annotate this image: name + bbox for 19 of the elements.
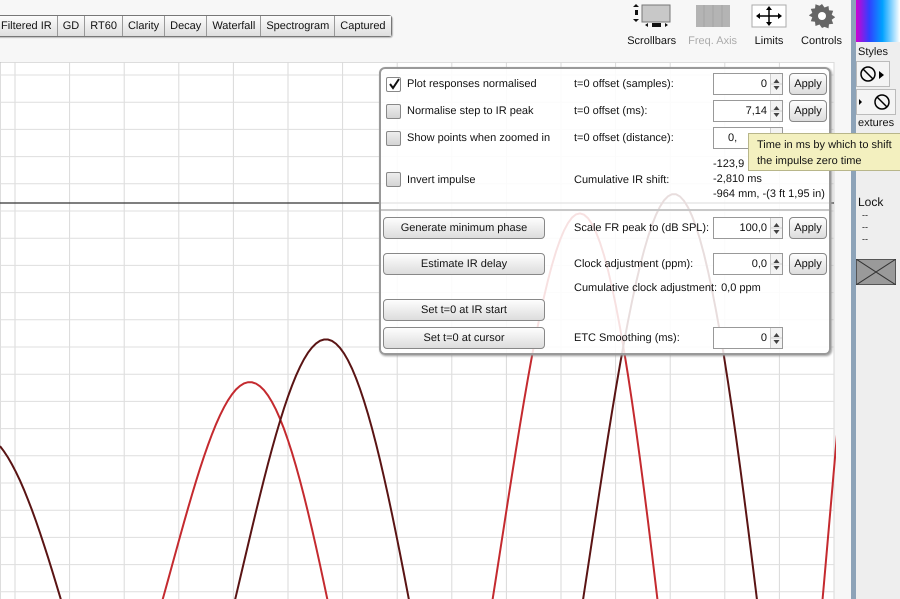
readout-value: -123,9 [713, 157, 744, 172]
field-label: Cumulative IR shift: [574, 174, 670, 186]
field-label: Cumulative clock adjustment: [574, 282, 718, 294]
field-label: Clock adjustment (ppm): [574, 258, 694, 270]
dash-text: -- [861, 221, 868, 233]
field-label: t=0 offset (samples): [574, 78, 674, 90]
field-label: t=0 offset (distance): [574, 132, 674, 144]
lock-label: Lock [857, 196, 884, 209]
readout-value: -964 mm, -(3 ft 1,95 in) [713, 187, 825, 202]
readout-value: -2,810 ms [713, 172, 762, 187]
field-label: t=0 offset (ms): [574, 105, 648, 117]
dash-text: -- [861, 233, 868, 245]
textures-label: extures [857, 117, 894, 130]
dash-text: -- [861, 209, 868, 221]
field-label: Scale FR peak to (dB SPL): [574, 222, 710, 234]
readout-value: 0,0 ppm [721, 282, 761, 294]
tooltip: Time in ms by which to shift the impulse zero time [748, 133, 900, 171]
styles-label: Styles [857, 46, 888, 59]
field-label: ETC Smoothing (ms): [574, 332, 680, 344]
